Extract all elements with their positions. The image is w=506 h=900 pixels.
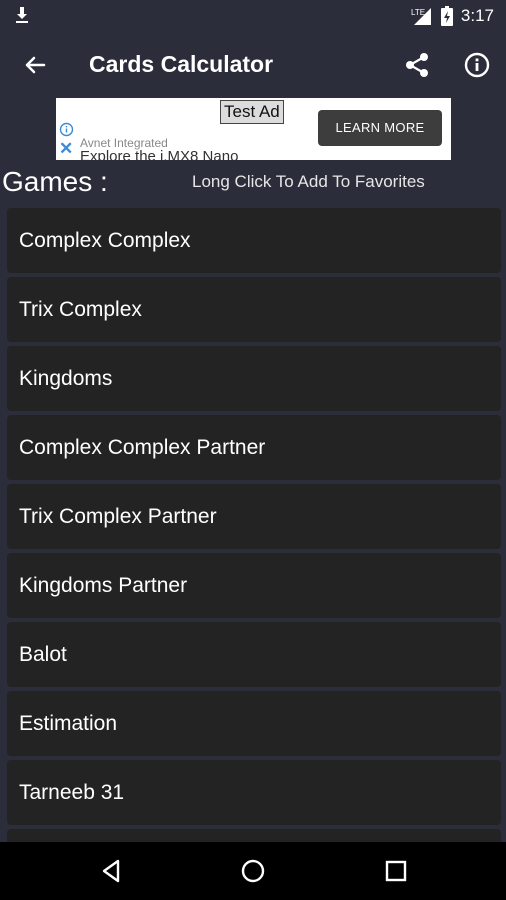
- ad-banner[interactable]: Test Ad ✕ Avnet Integrated Explore the i…: [56, 98, 451, 160]
- info-icon[interactable]: [462, 50, 492, 80]
- triangle-back-icon[interactable]: [98, 857, 126, 885]
- page-title: Cards Calculator: [89, 51, 274, 77]
- signal-icon: LTE: [411, 8, 431, 25]
- learn-more-button[interactable]: LEARN MORE: [318, 110, 442, 146]
- system-nav-bar: [0, 842, 506, 900]
- game-item-complex-complex-partner[interactable]: Complex Complex Partner: [7, 415, 501, 480]
- test-ad-label: Test Ad: [220, 100, 284, 124]
- game-item-kingdoms-partner[interactable]: Kingdoms Partner: [7, 553, 501, 618]
- svg-text:LTE: LTE: [411, 8, 425, 17]
- app-bar: Cards Calculator: [0, 32, 506, 98]
- ad-info-icon[interactable]: [59, 122, 74, 137]
- status-time: 3:17: [460, 6, 494, 25]
- ad-headline: Explore the i.MX8 Nano: [80, 148, 239, 160]
- status-bar: LTE 3:17: [0, 0, 506, 32]
- game-item-tarneeb-31[interactable]: Tarneeb 31: [7, 760, 501, 825]
- download-icon: [16, 7, 28, 23]
- favorites-hint: Long Click To Add To Favorites: [192, 172, 425, 191]
- game-item-trix-complex-partner[interactable]: Trix Complex Partner: [7, 484, 501, 549]
- game-item-estimation[interactable]: Estimation: [7, 691, 501, 756]
- game-item-balot[interactable]: Balot: [7, 622, 501, 687]
- game-item-kingdoms[interactable]: Kingdoms: [7, 346, 501, 411]
- square-recents-icon[interactable]: [382, 857, 410, 885]
- circle-home-icon[interactable]: [239, 857, 267, 885]
- game-item-complex-complex[interactable]: Complex Complex: [7, 208, 501, 273]
- games-heading: Games :: [2, 166, 108, 197]
- game-item-trix-complex[interactable]: Trix Complex: [7, 277, 501, 342]
- games-list: Complex Complex Trix Complex Kingdoms Co…: [7, 208, 501, 898]
- close-icon[interactable]: ✕: [59, 140, 73, 158]
- battery-icon: [440, 6, 453, 26]
- arrow-left-icon[interactable]: [20, 50, 50, 80]
- share-icon[interactable]: [402, 50, 432, 80]
